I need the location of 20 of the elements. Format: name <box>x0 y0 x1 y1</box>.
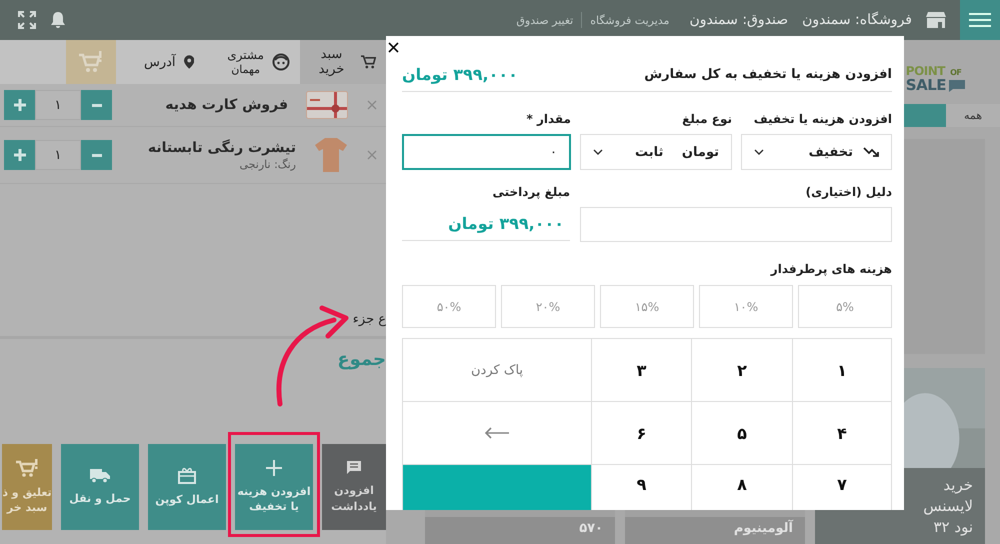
product-label: آلومینیوم <box>625 517 805 544</box>
dialog-title: افزودن هزینه یا تخفیف به کل سفارش <box>644 67 892 82</box>
logo: POINT OF SALE <box>906 62 966 96</box>
field-label: مبلغ پرداختی <box>491 185 570 199</box>
product-label: ۵۷۰ <box>425 517 615 544</box>
field-label: دلیل (اختیاری) <box>804 185 892 199</box>
payable-amount: ۳۹۹,۰۰۰ تومان <box>402 207 570 241</box>
field-label: مقدار * <box>526 112 571 126</box>
subtotal-label: ع جزء <box>352 312 386 326</box>
field-label: افزودن هزینه یا تخفیف <box>752 112 892 126</box>
field-label: نوع مبلغ <box>681 112 732 126</box>
product-name: فروش کارت هدیه <box>164 97 288 113</box>
register-name: صندوق: سمندون <box>689 12 788 28</box>
section-label: هزینه های پرطرفدار <box>769 262 892 276</box>
total-label: جموع <box>337 348 386 370</box>
product-variant: رنگ: نارنجی <box>238 158 296 170</box>
product-name: خرید لایسنس نود ۳۲ <box>923 474 973 538</box>
product-name: تیشرت رنگی تابستانه <box>146 140 296 156</box>
store-name: فروشگاه: سمندون <box>802 12 912 28</box>
order-total: ۳۹۹,۰۰۰ تومان <box>402 65 518 84</box>
